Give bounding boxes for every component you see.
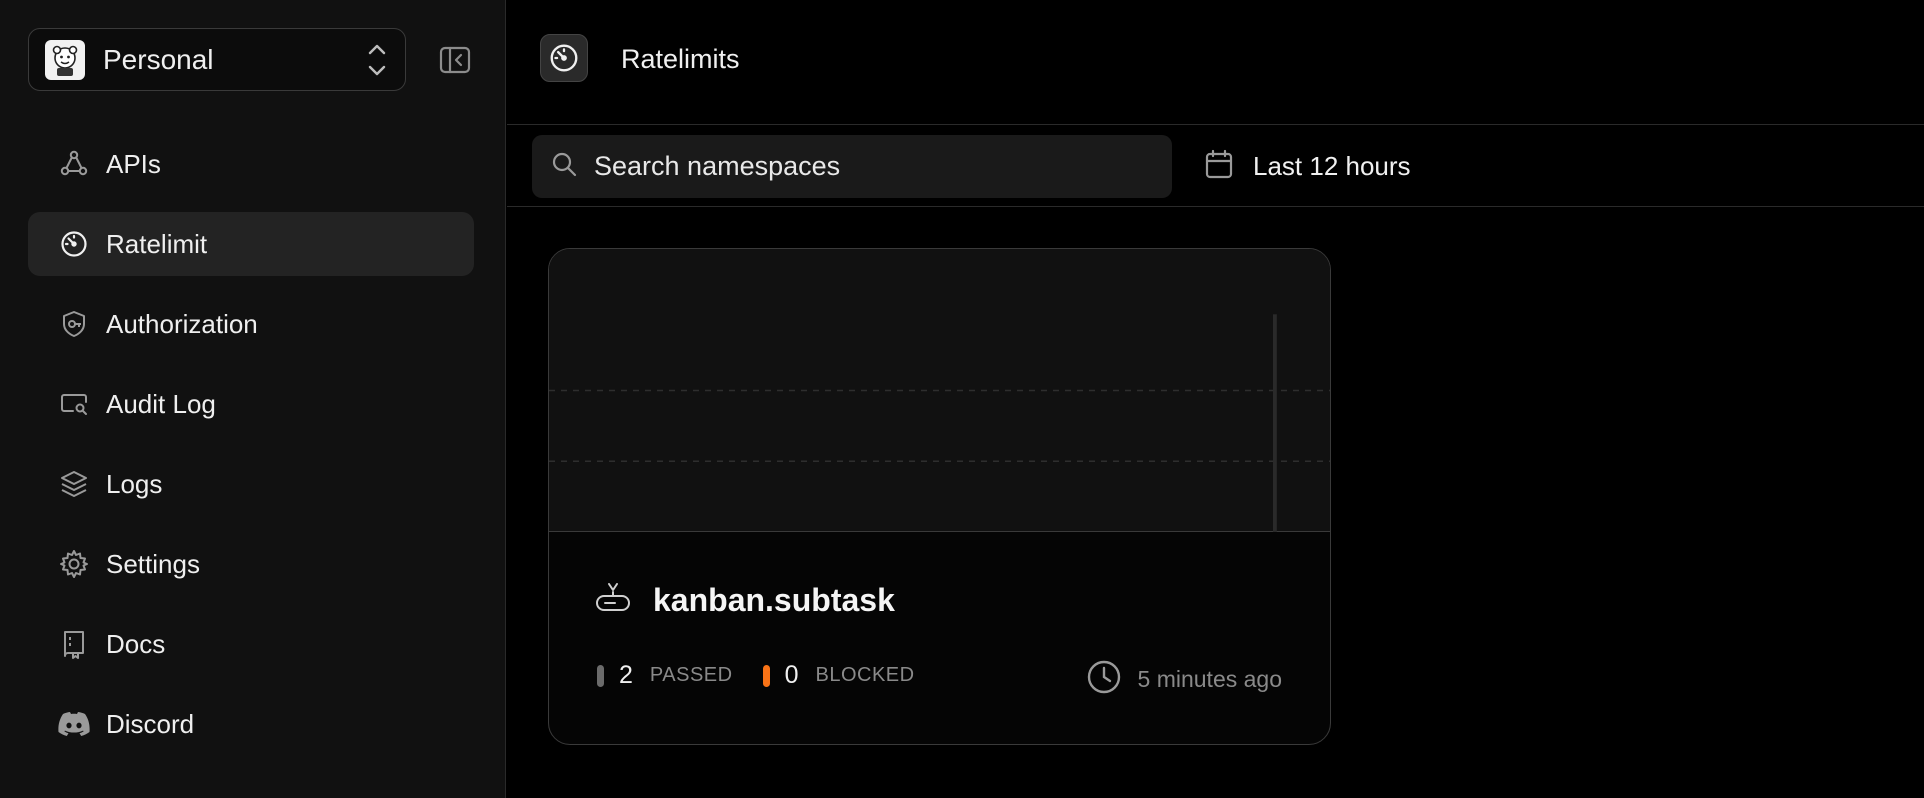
chart-bar [1273, 314, 1277, 532]
sidebar-collapse-icon [439, 46, 471, 74]
sidebar-item-label: Authorization [106, 308, 258, 339]
passed-count: 2 [619, 661, 633, 689]
workspace-switcher[interactable]: Personal [28, 28, 406, 91]
collapse-sidebar-button[interactable] [438, 43, 472, 77]
page-header: Ratelimits [507, 0, 1924, 125]
sidebar-item-authorization[interactable]: Authorization [28, 292, 474, 356]
date-range-picker[interactable]: Last 12 hours [1205, 146, 1411, 186]
discord-icon [58, 708, 90, 740]
layers-icon [58, 468, 90, 500]
book-icon [58, 628, 90, 660]
sidebar-item-audit-log[interactable]: Audit Log [28, 372, 474, 436]
date-range-label: Last 12 hours [1253, 150, 1411, 181]
search-input[interactable] [594, 151, 1154, 182]
workspace-name: Personal [103, 43, 214, 75]
gauge-icon [540, 34, 588, 82]
sidebar-nav: APIs Ratelimit Authorization Audit Log L… [28, 132, 474, 772]
page-title: Ratelimits [621, 44, 740, 74]
workspace-avatar [45, 39, 85, 80]
sidebar-item-apis[interactable]: APIs [28, 132, 474, 196]
blocked-label: BLOCKED [815, 664, 915, 686]
namespace-card[interactable]: kanban.subtask 2 PASSED 0 BLOCKED 5 minu… [548, 248, 1331, 745]
search-icon [550, 150, 578, 183]
shield-key-icon [58, 308, 90, 340]
sidebar-item-discord[interactable]: Discord [28, 692, 474, 756]
chevron-up-down-icon [365, 42, 389, 78]
clock-icon [1086, 659, 1122, 700]
calendar-icon [1205, 149, 1233, 184]
sidebar-item-docs[interactable]: Docs [28, 612, 474, 676]
gauge-icon [58, 228, 90, 260]
namespace-title-row: kanban.subtask [595, 582, 895, 619]
monitor-search-icon [58, 388, 90, 420]
namespace-icon [595, 582, 631, 619]
namespace-chart [549, 249, 1330, 532]
sidebar-item-label: Ratelimit [106, 228, 208, 259]
sidebar-item-label: Settings [106, 548, 200, 579]
blocked-indicator [762, 664, 770, 687]
sidebar-item-label: Audit Log [106, 388, 216, 419]
blocked-count: 0 [784, 661, 799, 689]
search-box[interactable] [532, 135, 1172, 198]
sidebar-item-settings[interactable]: Settings [28, 532, 474, 596]
sidebar: Personal APIs Ratelimit Authorization Au… [0, 0, 506, 798]
sidebar-item-logs[interactable]: Logs [28, 452, 474, 516]
last-used: 5 minutes ago [1086, 659, 1282, 700]
sidebar-item-ratelimit[interactable]: Ratelimit [28, 212, 474, 276]
chart-svg [549, 314, 1330, 532]
toolbar: Last 12 hours [507, 126, 1924, 207]
gear-icon [58, 548, 90, 580]
sidebar-item-label: Logs [106, 468, 163, 499]
main-content: Ratelimits Last 12 hours [507, 0, 1924, 798]
passed-indicator [597, 664, 604, 687]
last-used-text: 5 minutes ago [1137, 666, 1282, 692]
namespace-name: kanban.subtask [653, 582, 895, 618]
passed-label: PASSED [649, 664, 733, 686]
sidebar-item-label: Discord [106, 708, 195, 739]
sidebar-item-label: APIs [106, 148, 161, 179]
sidebar-item-label: Docs [106, 628, 166, 659]
nodes-icon [58, 148, 90, 180]
namespace-stats: 2 PASSED 0 BLOCKED [597, 661, 915, 690]
